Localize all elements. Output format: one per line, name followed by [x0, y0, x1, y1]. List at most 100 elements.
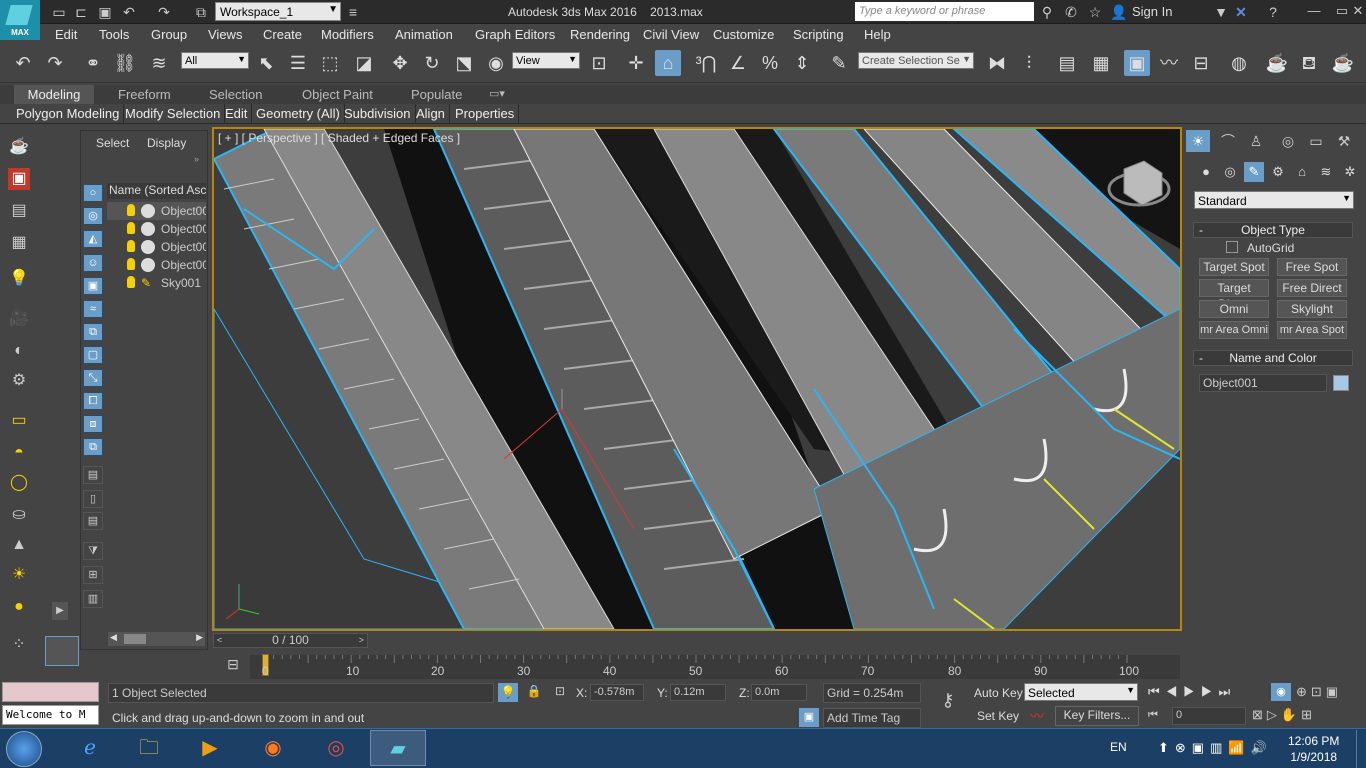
object-color-swatch[interactable]	[1333, 375, 1349, 391]
display-tab-icon[interactable]: ▭	[1304, 130, 1328, 152]
display-groups-icon[interactable]: ⤡	[83, 369, 103, 387]
workspace-select[interactable]: Workspace_1 ▼	[215, 2, 341, 21]
ribbon-options-icon[interactable]: ▭▾	[489, 87, 505, 100]
menu-views[interactable]: Views	[208, 27, 242, 42]
schematic-view-icon[interactable]: ⊟	[1188, 50, 1214, 76]
unlink-icon[interactable]: ⛓	[112, 50, 138, 76]
display-xrefs-icon[interactable]: ⧠	[83, 392, 103, 410]
display-bones-icon[interactable]: ⧈	[83, 415, 103, 433]
menu-animation[interactable]: Animation	[395, 27, 453, 42]
viewport-nav-bottom[interactable]: ⊠▷✋⊞	[1252, 707, 1364, 725]
menu-civil-view[interactable]: Civil View	[643, 27, 699, 42]
explorer-horizontal-scrollbar[interactable]: ◀ ▶	[108, 632, 205, 646]
window-crossing-icon[interactable]: ◪	[351, 50, 377, 76]
pivot-point-center-icon[interactable]: ⊡	[586, 50, 612, 76]
shapes-category-icon[interactable]: ◎	[1220, 162, 1240, 182]
sun-icon[interactable]: ☀	[8, 564, 30, 586]
page-icon[interactable]: ▯	[83, 490, 103, 508]
menu-group[interactable]: Group	[151, 27, 187, 42]
ribbon-toggle-icon[interactable]: ▣	[1124, 50, 1150, 76]
viewport-label[interactable]: [ + ] [ Perspective ] [ Shaded + Edged F…	[218, 131, 460, 145]
display-helpers-icon[interactable]: ⧉	[83, 323, 103, 341]
panel-properties[interactable]: Properties	[451, 104, 520, 124]
close-button[interactable]: ✕	[1344, 0, 1366, 22]
light-bulb-icon[interactable]	[127, 240, 135, 252]
open-file-icon[interactable]: ⊏	[72, 3, 90, 21]
cone-icon[interactable]: ▲	[8, 534, 30, 556]
light-bulb-icon[interactable]	[127, 222, 135, 234]
absolute-mode-icon[interactable]: ⊡	[552, 684, 568, 700]
graphite-toggle-icon[interactable]: ▦	[1088, 50, 1114, 76]
snaps-toggle-icon[interactable]: ³⋂	[693, 50, 719, 76]
list-item[interactable]: Object003	[107, 238, 206, 256]
list-view-icon[interactable]: ▤	[83, 466, 103, 484]
tab-object-paint[interactable]: Object Paint	[302, 87, 373, 102]
explorer-options-icon[interactable]: ▥	[83, 590, 103, 608]
sphere-icon[interactable]: ●	[8, 596, 30, 618]
category-select[interactable]: Standard ▼	[1194, 191, 1354, 209]
explorer-column-header[interactable]: Name (Sorted Ascending)	[107, 183, 206, 199]
globe-icon[interactable]: ◐	[8, 340, 30, 362]
lights-category-icon[interactable]: ✎	[1244, 162, 1264, 182]
display-lights-icon[interactable]: ▣	[83, 277, 103, 295]
perspective-viewport[interactable]	[212, 127, 1182, 631]
sign-in-link[interactable]: Sign In	[1132, 4, 1172, 19]
z-coordinate-field[interactable]: 0.0m	[751, 684, 807, 701]
named-selection-set-input[interactable]: Create Selection Se ▼	[858, 52, 974, 69]
time-tag-icon[interactable]: ▣	[799, 708, 819, 727]
viewport-nav-top[interactable]: ⊕⊡▣	[1296, 684, 1362, 702]
light-bulb-icon[interactable]	[127, 258, 135, 270]
panel-subdivision[interactable]: Subdivision	[340, 104, 416, 124]
motion-tab-icon[interactable]: ◎	[1276, 130, 1300, 152]
select-and-scale-icon[interactable]: ⬔	[451, 50, 477, 76]
time-config-icon[interactable]: ◉	[1271, 683, 1291, 701]
menu-graph-editors[interactable]: Graph Editors	[475, 27, 555, 42]
selection-filter-select[interactable]: All ▼	[181, 52, 249, 69]
name-and-color-rollout[interactable]: - Name and Color	[1193, 350, 1353, 366]
redo-icon[interactable]: ↷	[155, 3, 173, 21]
exchange-apps-icon[interactable]: ✕	[1232, 3, 1250, 21]
y-coordinate-field[interactable]: 0.12m	[670, 684, 726, 701]
auto-key-button[interactable]: Auto Key	[974, 686, 1023, 700]
object-type-rollout[interactable]: - Object Type	[1193, 222, 1353, 238]
list-item[interactable]: ✎ Sky001	[107, 274, 206, 292]
reference-coordinate-select[interactable]: View ▼	[512, 52, 580, 69]
sheet-icon[interactable]: ▤	[83, 512, 103, 530]
communication-center-icon[interactable]: ✆	[1062, 3, 1080, 21]
panel-modify-selection[interactable]: Modify Selection	[121, 104, 226, 124]
scroll-left-icon[interactable]: ◀	[110, 632, 117, 643]
display-shapes-icon[interactable]: ☺	[83, 254, 103, 272]
tab-freeform[interactable]: Freeform	[118, 87, 171, 102]
bind-to-space-warp-icon[interactable]: ≋	[146, 50, 172, 76]
render-production-icon[interactable]: ☕	[1330, 50, 1356, 76]
menu-rendering[interactable]: Rendering	[570, 27, 630, 42]
select-by-name-icon[interactable]: ☰	[285, 50, 311, 76]
keyboard-shortcut-override-icon[interactable]: ⌂	[655, 50, 681, 76]
sphere-half-icon[interactable]: ◓	[8, 442, 30, 464]
key-mode-select[interactable]: Selected ▼	[1024, 683, 1138, 701]
media-player-icon[interactable]: ▶	[182, 730, 238, 766]
menu-help[interactable]: Help	[864, 27, 891, 42]
undo-icon[interactable]: ↶	[10, 50, 36, 76]
box-icon[interactable]: ▭	[8, 410, 30, 432]
key-mode-toggle-icon[interactable]: ⏮	[1148, 709, 1164, 725]
object-name-field[interactable]: Object001	[1199, 374, 1327, 392]
scroll-right-icon[interactable]: ▶	[196, 632, 203, 643]
set-key-mode-icon[interactable]: ⚷	[930, 690, 966, 714]
menu-scripting[interactable]: Scripting	[793, 27, 844, 42]
select-and-move-icon[interactable]: ✥	[387, 50, 413, 76]
double-chevron-icon[interactable]: »	[194, 154, 199, 164]
scroll-thumb[interactable]	[124, 634, 146, 644]
layer-icon[interactable]: ⊞	[83, 566, 103, 584]
table-icon[interactable]: ▦	[8, 232, 30, 254]
chrome-icon[interactable]: ◎	[308, 730, 364, 766]
chevron-down-icon[interactable]: ▼	[1212, 3, 1230, 21]
camera-icon[interactable]: 🎥	[8, 308, 30, 330]
minimize-button[interactable]: —	[1300, 0, 1328, 22]
grid-icon[interactable]: ⁘	[8, 634, 30, 656]
target-direct-button[interactable]: Target Direct	[1199, 279, 1269, 311]
playback-controls[interactable]: ⏮◀▶▶⏭	[1148, 684, 1236, 700]
internet-explorer-icon[interactable]: ℯ	[62, 730, 118, 766]
app-logo-button[interactable]: MAX	[0, 0, 40, 40]
explorer-tab-display[interactable]: Display	[147, 136, 186, 150]
